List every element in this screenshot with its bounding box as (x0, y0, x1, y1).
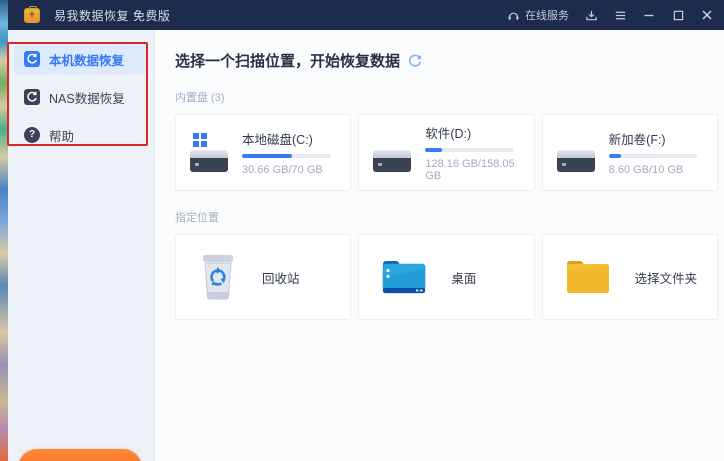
local-disk-recovery-icon (24, 51, 40, 67)
download-button[interactable] (584, 8, 598, 22)
sidebar: 本机数据恢复 NAS数据恢复 ? 帮助 (8, 30, 155, 461)
hard-drive-icon (557, 133, 597, 172)
sidebar-item-local-recovery[interactable]: 本机数据恢复 (14, 44, 148, 74)
help-question-icon: ? (24, 127, 40, 143)
sidebar-item-nas-recovery[interactable]: NAS数据恢复 (14, 82, 148, 112)
location-name: 桌面 (451, 268, 476, 287)
app-window: 易我数据恢复 免费版 在线服务 (8, 0, 724, 461)
desktop-wallpaper-strip (0, 0, 8, 461)
drive-card-d[interactable]: 软件(D:) 128.16 GB/158.05 GB (358, 114, 534, 191)
drive-name: 新加卷(F:) (609, 129, 705, 148)
windows-logo-icon (193, 133, 207, 147)
minimize-button[interactable] (642, 8, 656, 22)
section-label-internal-drives: 内置盘 (3) (175, 89, 718, 105)
headset-icon (507, 9, 520, 22)
drive-card-c[interactable]: 本地磁盘(C:) 30.66 GB/70 GB (175, 114, 351, 191)
menu-button[interactable] (613, 8, 627, 22)
recycle-bin-icon (198, 254, 238, 300)
drive-name: 本地磁盘(C:) (242, 129, 338, 148)
hard-drive-icon (373, 133, 413, 172)
sidebar-item-label: NAS数据恢复 (49, 88, 125, 107)
drive-capacity: 30.66 GB/70 GB (242, 164, 338, 176)
close-button[interactable] (700, 8, 714, 22)
location-name: 回收站 (262, 268, 300, 287)
page-title: 选择一个扫描位置，开始恢复数据 (175, 50, 400, 71)
titlebar: 易我数据恢复 免费版 在线服务 (8, 0, 724, 30)
online-service-button[interactable]: 在线服务 (507, 7, 569, 23)
drive-usage-bar (425, 148, 514, 152)
online-service-label: 在线服务 (525, 7, 569, 23)
system-drive-icon (190, 133, 230, 172)
refresh-icon[interactable] (408, 54, 422, 68)
nas-recovery-icon (24, 89, 40, 105)
maximize-button[interactable] (671, 8, 685, 22)
location-card-recycle-bin[interactable]: 回收站 (175, 234, 351, 320)
drive-usage-bar (609, 154, 698, 158)
location-name: 选择文件夹 (635, 268, 698, 287)
sidebar-item-label: 帮助 (49, 126, 74, 145)
drive-capacity: 128.16 GB/158.05 GB (425, 158, 521, 182)
internal-drives-row: 本地磁盘(C:) 30.66 GB/70 GB 软件(D:) (175, 114, 718, 191)
locations-row: 回收站 (175, 234, 718, 320)
select-folder-icon (565, 258, 611, 296)
location-card-select-folder[interactable]: 选择文件夹 (542, 234, 718, 320)
app-logo-icon (24, 8, 40, 23)
drive-name: 软件(D:) (425, 123, 521, 142)
section-label-locations: 指定位置 (175, 209, 718, 225)
drive-card-f[interactable]: 新加卷(F:) 8.60 GB/10 GB (542, 114, 718, 191)
drive-usage-bar (242, 154, 331, 158)
drive-capacity: 8.60 GB/10 GB (609, 164, 705, 176)
desktop-folder-icon (381, 258, 427, 296)
upgrade-button[interactable]: 升级 (18, 449, 142, 461)
location-card-desktop[interactable]: 桌面 (358, 234, 534, 320)
sidebar-item-help[interactable]: ? 帮助 (14, 120, 148, 150)
sidebar-item-label: 本机数据恢复 (49, 50, 124, 69)
main-content: 选择一个扫描位置，开始恢复数据 内置盘 (3) (155, 30, 724, 461)
window-title: 易我数据恢复 免费版 (54, 7, 170, 24)
